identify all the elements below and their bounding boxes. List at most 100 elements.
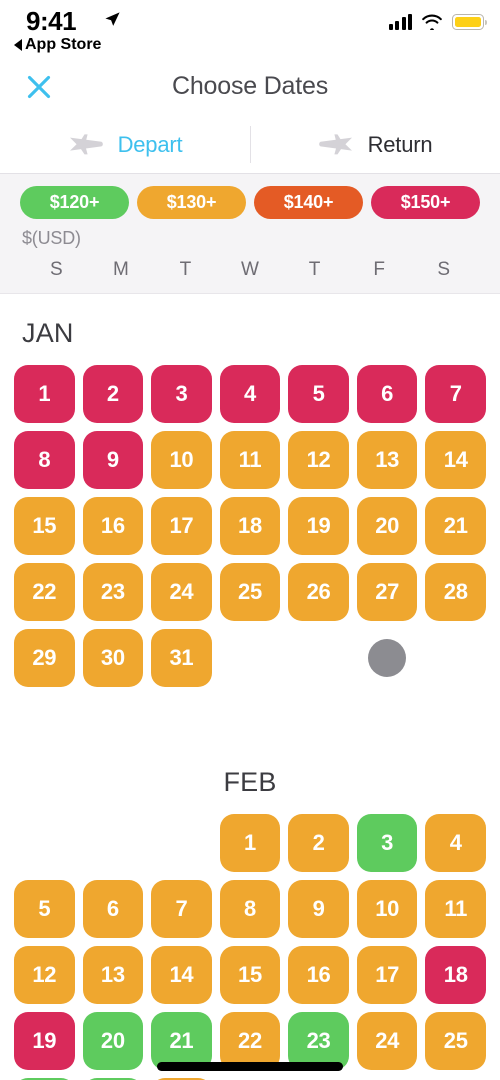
day-cell[interactable]: 19 xyxy=(288,497,349,555)
day-cell[interactable]: 16 xyxy=(82,497,144,555)
day-cell[interactable]: 24 xyxy=(356,1012,418,1070)
day-cell[interactable]: 7 xyxy=(425,365,486,423)
day-cell[interactable]: 15 xyxy=(14,497,75,555)
day-cell[interactable]: 6 xyxy=(356,365,418,423)
weekday-label-4: T xyxy=(308,259,321,280)
day-cell[interactable]: 27 xyxy=(356,563,418,621)
month-grid-feb: 1 2 3 4 5 6 7 8 9 10 11 12 13 14 15 16 17 18 19 20 21 22 23 24 2… xyxy=(14,798,486,1080)
weekday-label-3: W xyxy=(241,259,259,280)
day-cell[interactable]: 4 xyxy=(425,814,486,872)
day-cell-empty xyxy=(14,814,75,872)
day-cell[interactable]: 9 xyxy=(82,431,144,489)
calendar-scroll-area[interactable]: JAN 1 2 3 4 5 6 7 8 9 10 11 12 13 14 15 16 17 18 19 20 21 22 23… xyxy=(0,294,500,1080)
day-cell[interactable]: 9 xyxy=(288,880,349,938)
status-bar: 9:41 App Store xyxy=(0,0,500,62)
location-arrow-icon xyxy=(105,12,120,26)
airplane-depart-icon xyxy=(69,133,103,154)
day-cell[interactable]: 1 xyxy=(219,814,281,872)
battery-icon xyxy=(452,14,488,30)
weekday-label-5: F xyxy=(373,259,385,280)
day-cell[interactable]: 5 xyxy=(288,365,349,423)
day-cell[interactable]: 25 xyxy=(219,563,281,621)
day-cell[interactable]: 18 xyxy=(425,946,486,1004)
day-cell[interactable]: 2 xyxy=(288,814,349,872)
day-cell-empty xyxy=(83,814,144,872)
day-cell[interactable]: 28 xyxy=(425,563,486,621)
day-cell[interactable]: 17 xyxy=(356,946,418,1004)
day-cell[interactable]: 17 xyxy=(151,497,212,555)
month-title-feb: FEB xyxy=(223,767,277,797)
day-cell[interactable]: 8 xyxy=(14,431,75,489)
day-cell[interactable]: 18 xyxy=(219,497,281,555)
day-cell[interactable]: 20 xyxy=(82,1012,144,1070)
day-cell[interactable]: 12 xyxy=(288,431,349,489)
day-cell-empty xyxy=(220,629,281,687)
status-bar-indicators xyxy=(388,14,488,30)
legend-pill-3[interactable]: $140+ xyxy=(254,186,363,219)
day-cell[interactable]: 23 xyxy=(82,563,144,621)
day-cell[interactable]: 14 xyxy=(425,431,486,489)
trip-direction-tabs: Depart Return xyxy=(0,116,500,174)
day-cell[interactable]: 11 xyxy=(219,431,281,489)
day-cell[interactable]: 12 xyxy=(14,946,75,1004)
nav-bar: Choose Dates xyxy=(0,62,500,116)
day-cell-empty xyxy=(288,629,349,687)
day-cell[interactable]: 5 xyxy=(14,880,75,938)
airplane-return-icon xyxy=(318,133,352,154)
day-cell[interactable]: 1 xyxy=(14,365,75,423)
day-cell[interactable]: 8 xyxy=(219,880,281,938)
day-cell[interactable]: 10 xyxy=(356,880,418,938)
day-cell[interactable]: 3 xyxy=(151,365,212,423)
back-label: App Store xyxy=(25,36,102,53)
weekday-label-2: T xyxy=(179,259,192,280)
day-cell[interactable]: 31 xyxy=(151,629,212,687)
day-cell-empty xyxy=(151,814,212,872)
back-triangle-icon xyxy=(14,39,22,51)
currency-label: $(USD) xyxy=(22,228,81,248)
day-cell[interactable]: 13 xyxy=(356,431,418,489)
day-cell[interactable]: 26 xyxy=(288,563,349,621)
price-legend-band: $120+ $130+ $140+ $150+ $(USD) S M T W T F S xyxy=(0,174,500,294)
month-spacer xyxy=(14,687,486,735)
day-cell[interactable]: 20 xyxy=(356,497,418,555)
day-cell[interactable]: 15 xyxy=(219,946,281,1004)
day-cell-loading-placeholder xyxy=(357,629,418,687)
legend-pill-1[interactable]: $120+ xyxy=(20,186,129,219)
day-cell[interactable]: 25 xyxy=(425,1012,486,1070)
day-cell[interactable]: 30 xyxy=(82,629,144,687)
day-cell[interactable]: 14 xyxy=(151,946,212,1004)
cellular-signal-icon xyxy=(388,14,412,30)
day-cell[interactable]: 11 xyxy=(425,880,486,938)
weekday-label-6: S xyxy=(437,259,451,280)
tab-depart-label: Depart xyxy=(117,131,183,157)
day-cell[interactable]: 2 xyxy=(82,365,144,423)
tab-depart[interactable]: Depart xyxy=(0,116,250,173)
day-cell[interactable]: 4 xyxy=(219,365,281,423)
wifi-icon xyxy=(422,14,442,30)
weekday-header: SMTWTFS xyxy=(20,255,480,293)
day-cell[interactable]: 7 xyxy=(151,880,212,938)
day-cell[interactable]: 19 xyxy=(14,1012,75,1070)
price-legend-pills: $120+ $130+ $140+ $150+ xyxy=(20,186,480,219)
tab-return-label: Return xyxy=(367,131,433,157)
month-grid-jan: 1 2 3 4 5 6 7 8 9 10 11 12 13 14 15 16 17 18 19 20 21 22 23 24 2… xyxy=(14,349,486,687)
month-title-jan: JAN xyxy=(22,318,74,348)
page-title: Choose Dates xyxy=(171,72,329,100)
legend-pill-4[interactable]: $150+ xyxy=(371,186,480,219)
weekday-label-1: M xyxy=(112,259,129,280)
day-cell[interactable]: 24 xyxy=(151,563,212,621)
day-cell[interactable]: 10 xyxy=(151,431,212,489)
day-cell[interactable]: 3 xyxy=(356,814,418,872)
back-to-app-store-button[interactable]: App Store xyxy=(14,36,101,54)
day-cell[interactable]: 22 xyxy=(14,563,75,621)
phone-screen: 9:41 App Store Choose Dates Depart Retur… xyxy=(0,0,500,1080)
day-cell[interactable]: 6 xyxy=(82,880,144,938)
day-cell[interactable]: 29 xyxy=(14,629,75,687)
tab-return[interactable]: Return xyxy=(250,116,500,173)
legend-pill-2[interactable]: $130+ xyxy=(137,186,246,219)
status-bar-time: 9:41 xyxy=(26,6,77,36)
day-cell[interactable]: 21 xyxy=(425,497,486,555)
day-cell[interactable]: 13 xyxy=(82,946,144,1004)
weekday-label-0: S xyxy=(49,259,63,280)
day-cell[interactable]: 16 xyxy=(288,946,349,1004)
